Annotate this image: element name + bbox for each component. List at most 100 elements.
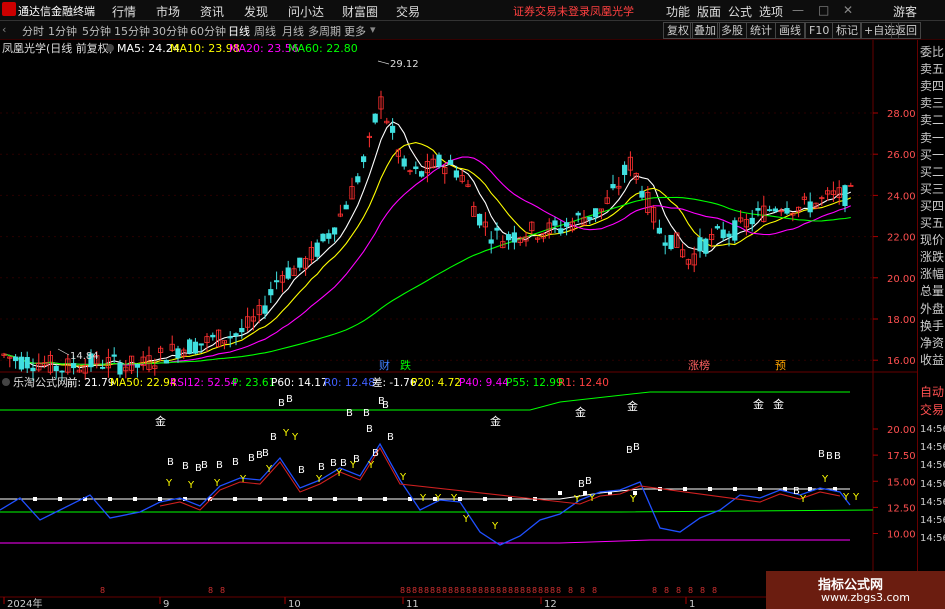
candle-body (656, 227, 663, 234)
minimize-icon[interactable]: — (792, 3, 804, 17)
y-signal-label: Y (291, 432, 299, 443)
bottom-marker: 8 (514, 586, 519, 595)
xtick-label: 10 (288, 599, 301, 609)
event-tag-forecast[interactable]: 预 (775, 359, 786, 372)
bottom-marker: 8 (532, 586, 537, 595)
sidebar-item: 委比 (920, 45, 945, 59)
y-signal-label: Y (821, 474, 829, 485)
app-name: 通达信金融终端 (18, 5, 95, 18)
period-30min[interactable]: 30分钟 (152, 23, 188, 39)
multi-stock-button[interactable]: 多股 (717, 22, 747, 39)
period-weekly[interactable]: 周线 (254, 23, 276, 39)
back-button[interactable]: 返回 (891, 22, 921, 39)
menu-news[interactable]: 资讯 (200, 3, 224, 20)
candle-body (436, 154, 442, 167)
buy-signal-label: B (278, 398, 285, 409)
kline-chart[interactable]: 凤凰光学(日线 前复权) MA5: 24.24 MA10: 23.98 MA20… (0, 40, 917, 609)
sidebar-trade-item[interactable]: 交易 (920, 402, 945, 419)
main-ytick-label: 24.00 (887, 191, 916, 202)
candle-body (726, 233, 732, 238)
period-daily[interactable]: 日线 (228, 23, 250, 39)
bottom-marker: 8 (466, 586, 471, 595)
period-more[interactable]: 更多 (344, 23, 366, 39)
adjust-button[interactable]: 复权 (663, 22, 693, 39)
buy-signal-label: B (232, 457, 239, 468)
bottom-marker: 8 (442, 586, 447, 595)
candle-body (360, 156, 367, 163)
y-signal-label: Y (573, 494, 581, 505)
menu-ask[interactable]: 问小达 (288, 3, 324, 20)
menu-function[interactable]: 功能 (666, 3, 690, 20)
sub-chart-stats: 前: 21.79MA50: 22.94RSI12: 52.54P: 23.61P… (67, 376, 609, 389)
menu-wealth[interactable]: 财富圈 (342, 3, 378, 20)
mark-button[interactable]: 标记 (832, 22, 862, 39)
gold-signal-label: 金 (627, 399, 638, 413)
candle-body (697, 237, 703, 252)
menu-options[interactable]: 选项 (759, 3, 783, 20)
sub-settings-icon[interactable] (2, 378, 10, 386)
bottom-marker: 8 (430, 586, 435, 595)
user-label[interactable]: 游客 (893, 3, 917, 20)
sub-stat-label: P40: 9.44 (459, 377, 509, 389)
candle-body (842, 185, 848, 206)
candle-body (53, 365, 59, 372)
period-toolbar: ‹ 分时 1分钟 5分钟 15分钟 30分钟 60分钟 日线 周线 月线 多周期… (0, 21, 945, 40)
menu-trade[interactable]: 交易 (396, 3, 420, 20)
period-5min[interactable]: 5分钟 (82, 23, 111, 39)
gold-signal-label: 金 (575, 405, 586, 419)
bottom-marker: 8 (700, 586, 705, 595)
menu-formula[interactable]: 公式 (728, 3, 752, 20)
candle-body (558, 228, 564, 234)
event-tag-gain-list[interactable]: 涨榜 (688, 358, 710, 372)
menu-discover[interactable]: 发现 (244, 3, 268, 20)
period-1min[interactable]: 1分钟 (48, 23, 77, 39)
sidebar-item: 买二 (920, 164, 945, 179)
candle-body (564, 222, 570, 227)
stats-button[interactable]: 统计 (746, 22, 776, 39)
sidebar-trade-item[interactable]: 自动 (920, 384, 945, 401)
y-signal-label: Y (842, 492, 850, 503)
candle-body (326, 233, 332, 239)
bottom-marker: 8 (418, 586, 423, 595)
period-multi[interactable]: 多周期 (308, 23, 341, 39)
f10-button[interactable]: F10 (805, 22, 834, 39)
event-tag-finance[interactable]: 财 (379, 358, 390, 372)
gold-signal-label: 金 (490, 414, 501, 428)
event-tag-drop[interactable]: 跌 (400, 358, 411, 372)
candle-body (505, 234, 512, 241)
menu-market[interactable]: 行情 (112, 3, 136, 20)
sub-yaxis: 20.00 17.50 15.00 12.50 10.00 (873, 425, 916, 541)
sidebar-item: 卖一 (920, 130, 945, 145)
menu-exchange[interactable]: 市场 (156, 3, 180, 20)
sidebar-time-item: 14:56 (920, 515, 945, 527)
bottom-marker: 8 (220, 586, 225, 595)
period-monthly[interactable]: 月线 (282, 23, 304, 39)
bottom-marker: 8 (100, 586, 105, 595)
close-icon[interactable]: ✕ (843, 3, 853, 17)
xtick-label: 2024年 (7, 597, 42, 609)
overlay-button[interactable]: 叠加 (690, 22, 720, 39)
y-signal-label: Y (491, 521, 499, 532)
sidebar-item: 涨跌 (920, 250, 945, 265)
menu-layout[interactable]: 版面 (697, 3, 721, 20)
indicator-marker (333, 497, 337, 501)
candle-body (767, 209, 773, 212)
chevron-down-icon[interactable]: ▾ (370, 23, 376, 36)
buy-signal-label: B (585, 476, 592, 487)
buy-signal-label: B (382, 400, 389, 411)
draw-button[interactable]: 画线 (775, 22, 805, 39)
period-15min[interactable]: 15分钟 (114, 23, 150, 39)
chevron-left-icon[interactable]: ‹ (2, 23, 6, 36)
candle-body (198, 343, 204, 346)
y-signal-label: Y (799, 494, 807, 505)
xtick-label: 12 (544, 599, 557, 609)
period-intraday[interactable]: 分时 (22, 23, 44, 39)
maximize-icon[interactable]: □ (818, 3, 829, 17)
xaxis: 2024年 9 10 11 12 1 (3, 597, 695, 609)
settings-icon[interactable] (106, 44, 114, 52)
indicator-marker (708, 487, 712, 491)
period-60min[interactable]: 60分钟 (190, 23, 226, 39)
login-notice[interactable]: 证券交易未登录 (513, 3, 590, 19)
candle-body (587, 216, 593, 220)
buy-signal-label: B (216, 460, 223, 471)
